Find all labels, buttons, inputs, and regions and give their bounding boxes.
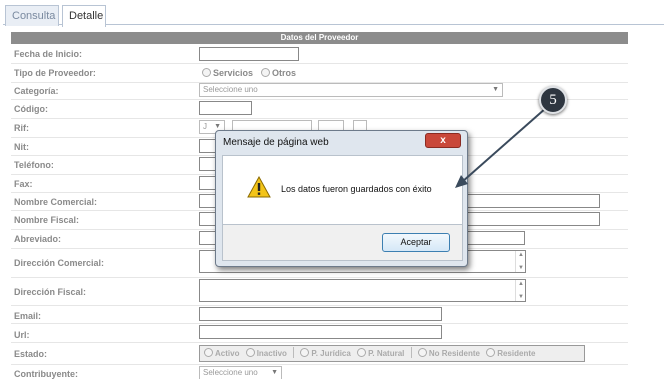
step-badge: 5 [539,86,567,114]
callout-arrow-icon [455,107,547,188]
